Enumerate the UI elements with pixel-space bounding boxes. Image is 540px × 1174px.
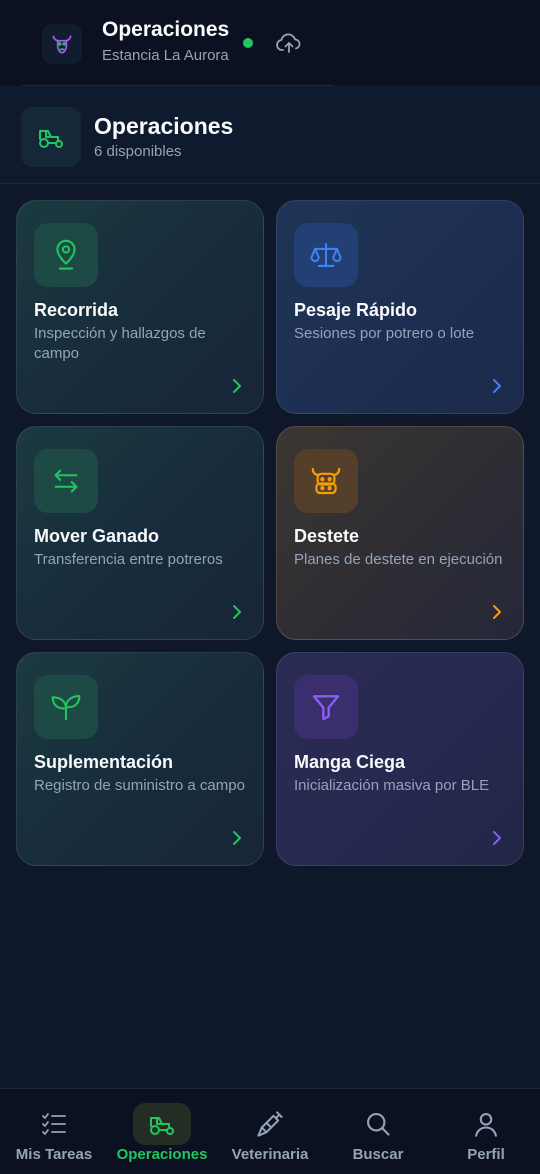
funnel-icon: [294, 675, 358, 739]
nav-item-mis-tareas[interactable]: Mis Tareas: [0, 1089, 108, 1174]
tractor-icon: [21, 107, 81, 167]
checklist-icon: [25, 1103, 83, 1145]
cow-logo-icon: [42, 24, 82, 64]
section-title: Operaciones: [94, 113, 234, 139]
chevron-right-icon: [233, 605, 241, 619]
card-title: Mover Ganado: [34, 526, 160, 546]
card-title: Manga Ciega: [294, 752, 406, 772]
nav-item-operaciones[interactable]: Operaciones: [108, 1089, 216, 1174]
app-title: Operaciones: [102, 18, 230, 41]
card-description: Sesiones por potrero o lote: [294, 325, 475, 342]
nav-item-buscar[interactable]: Buscar: [324, 1089, 432, 1174]
search-icon: [349, 1103, 407, 1145]
nav-item-perfil[interactable]: Perfil: [432, 1089, 540, 1174]
cow-icon: [294, 449, 358, 513]
user-icon: [457, 1103, 515, 1145]
online-status-dot: [243, 38, 253, 48]
card-description: Transferencia entre potreros: [34, 551, 223, 568]
nav-item-veterinaria[interactable]: Veterinaria: [216, 1089, 324, 1174]
card-description: Registro de suministro a campo: [34, 777, 245, 794]
tractor-icon: [133, 1103, 191, 1145]
map-pin-icon: [34, 223, 98, 287]
cloud-upload-icon[interactable]: [274, 30, 304, 56]
card-title: Suplementación: [34, 752, 174, 772]
nav-label: Perfil: [467, 1146, 505, 1163]
operation-card-manga-ciega[interactable]: Manga Ciega Inicialización masiva por BL…: [276, 652, 524, 866]
card-description: Inicialización masiva por BLE: [294, 777, 490, 794]
card-title: Recorrida: [34, 300, 119, 320]
nav-label: Buscar: [352, 1146, 404, 1163]
chevron-right-icon: [233, 379, 241, 393]
card-title: Pesaje Rápido: [294, 300, 418, 320]
section-subtitle: 6 disponibles: [94, 143, 182, 160]
app-header: Operaciones Estancia La Aurora: [0, 0, 540, 86]
operation-card-mover-ganado[interactable]: Mover Ganado Transferencia entre potrero…: [16, 426, 264, 640]
chevron-right-icon: [233, 831, 241, 845]
nav-label: Mis Tareas: [15, 1146, 93, 1163]
nav-label: Veterinaria: [231, 1146, 309, 1163]
operation-card-destete[interactable]: Destete Planes de destete en ejecución: [276, 426, 524, 640]
chevron-right-icon: [493, 605, 501, 619]
app-subtitle: Estancia La Aurora: [102, 47, 229, 64]
section-header: Operaciones 6 disponibles: [0, 86, 540, 184]
bottom-navigation: Mis Tareas Operaciones Veterinaria Busca…: [0, 1088, 540, 1174]
operation-card-pesaje-rapido[interactable]: Pesaje Rápido Sesiones por potrero o lot…: [276, 200, 524, 414]
arrows-transfer-icon: [34, 449, 98, 513]
chevron-right-icon: [493, 379, 501, 393]
card-title: Destete: [294, 526, 360, 546]
chevron-right-icon: [493, 831, 501, 845]
operation-card-recorrida[interactable]: Recorrida Inspección y hallazgos de camp…: [16, 200, 264, 414]
nav-label: Operaciones: [116, 1146, 208, 1163]
card-description: Planes de destete en ejecución: [294, 551, 503, 568]
operation-card-suplementacion[interactable]: Suplementación Registro de suministro a …: [16, 652, 264, 866]
card-description: Inspección y hallazgos de campo: [34, 325, 206, 362]
scale-icon: [294, 223, 358, 287]
sprout-icon: [34, 675, 98, 739]
syringe-icon: [241, 1103, 299, 1145]
